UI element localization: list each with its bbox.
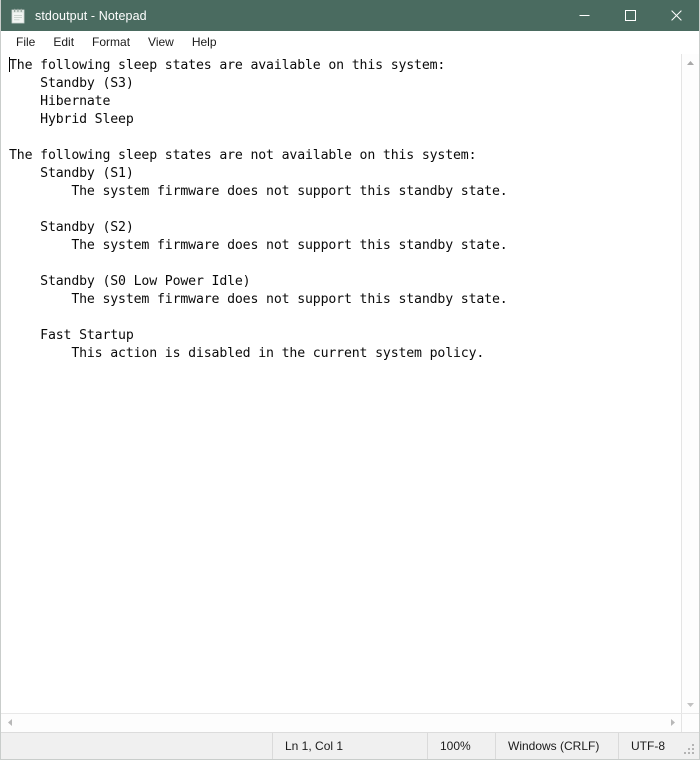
menu-item-view[interactable]: View	[139, 33, 183, 52]
close-button[interactable]	[653, 0, 699, 31]
horizontal-scroll-track[interactable]	[18, 714, 664, 732]
status-bar-spacer	[1, 733, 272, 759]
menu-item-format[interactable]: Format	[83, 33, 139, 52]
close-icon	[670, 10, 682, 21]
status-line-ending[interactable]: Windows (CRLF)	[495, 733, 618, 759]
text-editor[interactable]: The following sleep states are available…	[1, 54, 681, 713]
horizontal-scrollbar[interactable]	[1, 713, 699, 732]
minimize-button[interactable]	[561, 0, 607, 31]
window-title: stdoutput - Notepad	[35, 8, 147, 23]
scroll-right-icon	[670, 719, 675, 726]
maximize-button[interactable]	[607, 0, 653, 31]
menu-item-help[interactable]: Help	[183, 33, 226, 52]
menu-item-file[interactable]: File	[7, 33, 44, 52]
vertical-scrollbar[interactable]	[681, 54, 699, 713]
notepad-window: stdoutput - Notepad File Edit Format Vie…	[0, 0, 700, 760]
status-zoom-level[interactable]: 100%	[427, 733, 495, 759]
scroll-down-icon	[687, 702, 694, 707]
status-bar: Ln 1, Col 1 100% Windows (CRLF) UTF-8	[1, 732, 699, 759]
scrollbar-corner	[681, 714, 699, 732]
editor-region: The following sleep states are available…	[1, 54, 699, 713]
notepad-icon	[10, 8, 26, 24]
scroll-up-icon	[687, 60, 694, 65]
title-bar[interactable]: stdoutput - Notepad	[1, 0, 699, 31]
window-controls	[561, 0, 699, 31]
vertical-scroll-track[interactable]	[682, 71, 699, 696]
scroll-up-button[interactable]	[682, 54, 699, 71]
scroll-down-button[interactable]	[682, 696, 699, 713]
resize-grip[interactable]	[684, 744, 696, 756]
maximize-icon	[624, 10, 636, 21]
minimize-icon	[579, 15, 589, 16]
scroll-left-icon	[7, 719, 12, 726]
scroll-right-button[interactable]	[664, 714, 681, 731]
status-cursor-position[interactable]: Ln 1, Col 1	[272, 733, 427, 759]
menu-bar: File Edit Format View Help	[1, 31, 699, 54]
scroll-left-button[interactable]	[1, 714, 18, 731]
editor-text: The following sleep states are available…	[9, 58, 508, 361]
menu-item-edit[interactable]: Edit	[44, 33, 83, 52]
